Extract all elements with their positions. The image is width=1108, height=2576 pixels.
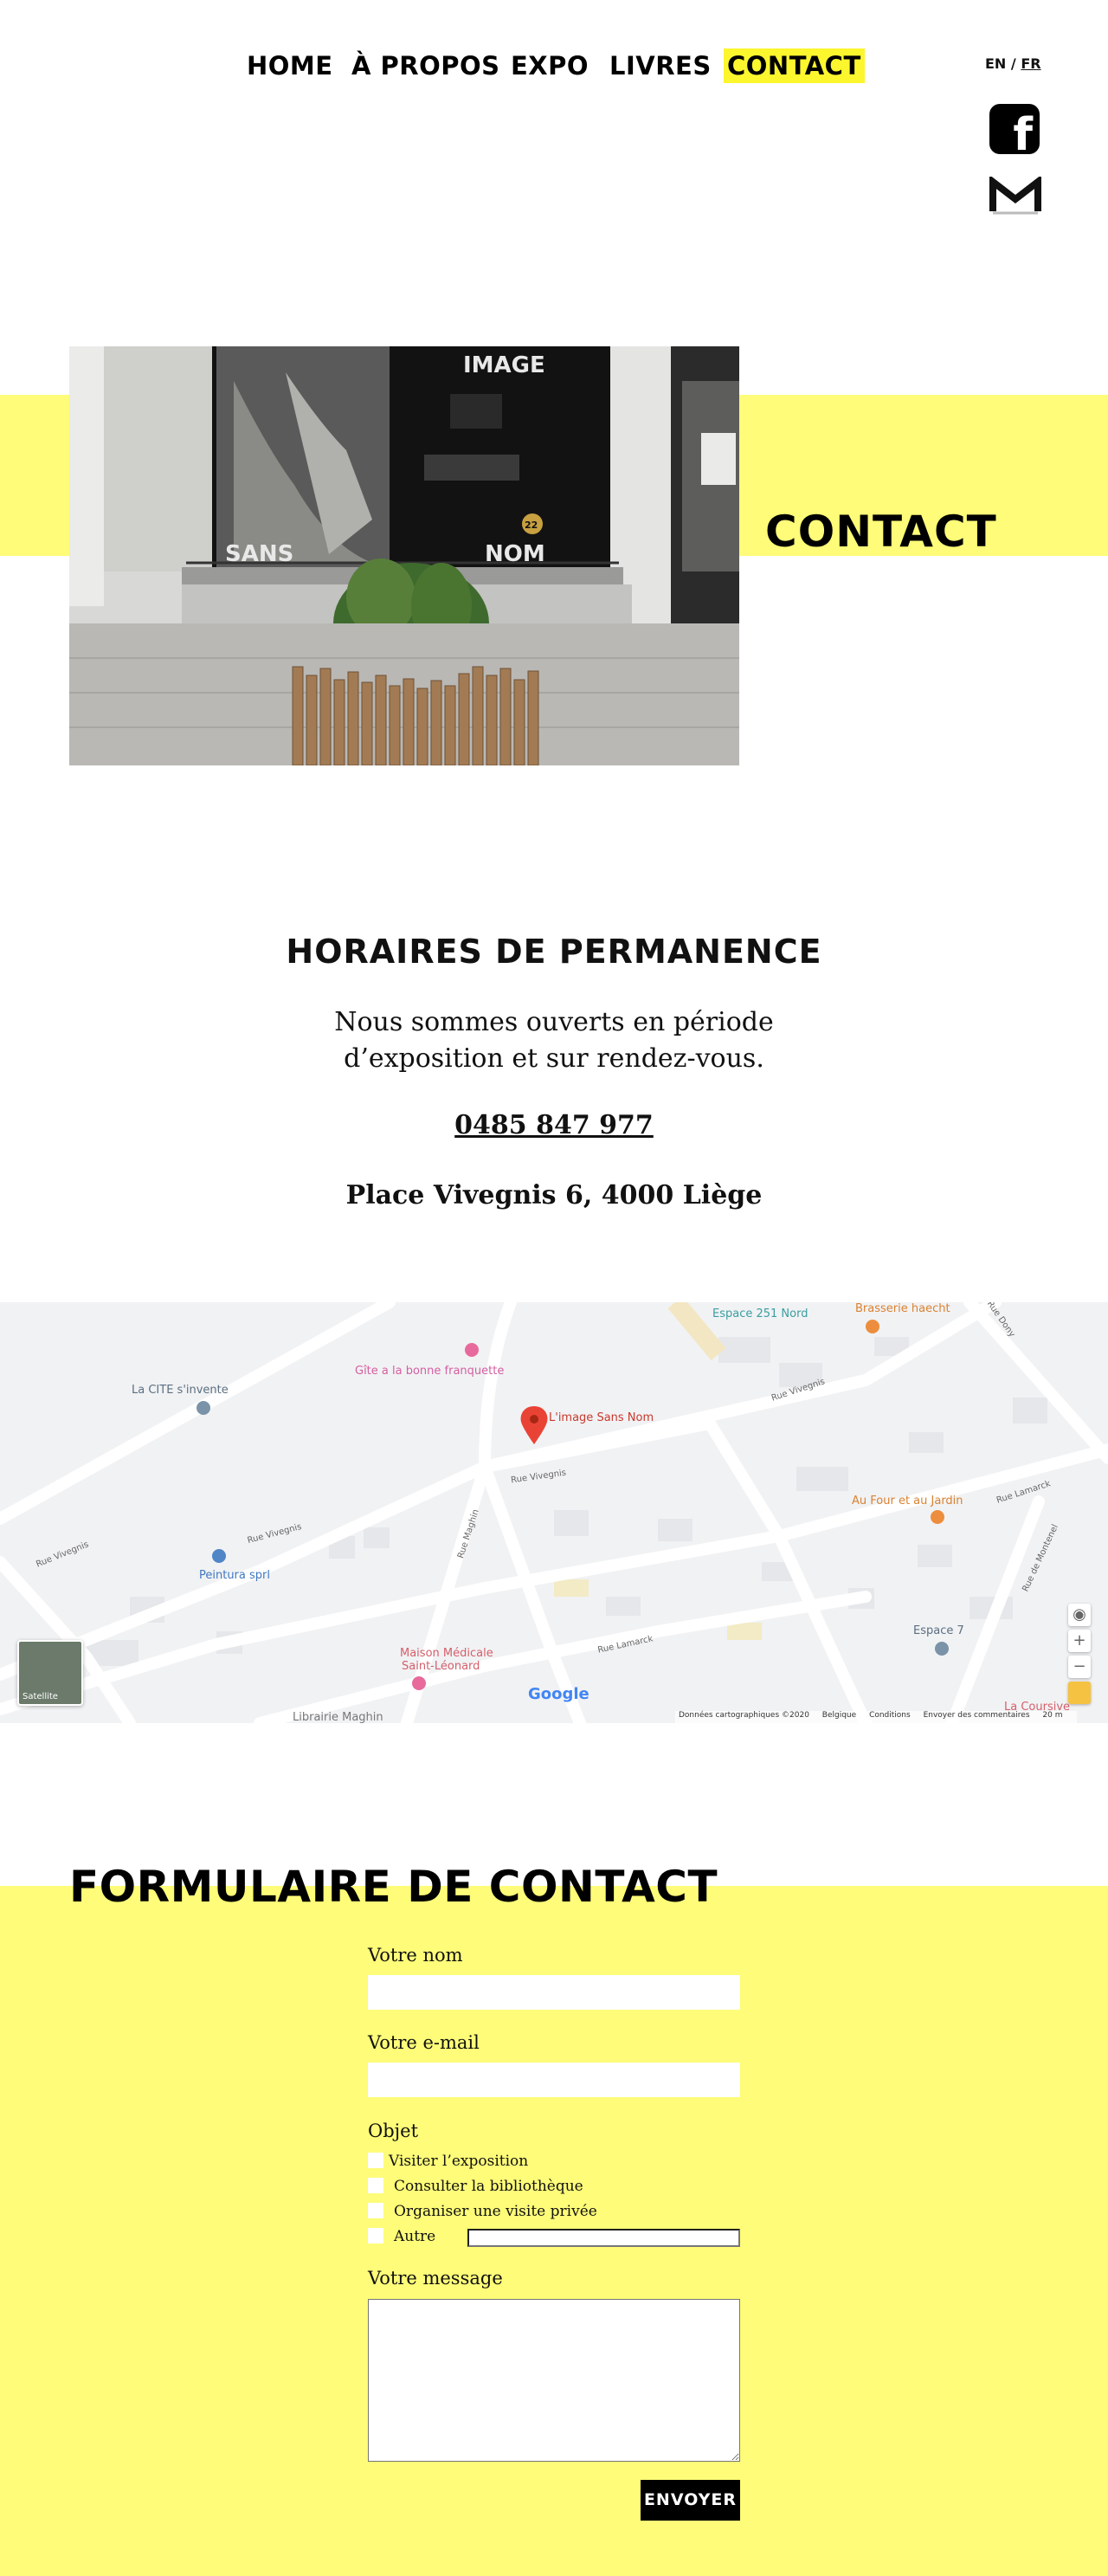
page-title: CONTACT <box>765 507 997 557</box>
map-place-librairie[interactable]: Librairie Maghin <box>293 1711 383 1723</box>
option-label: Autre <box>394 2228 436 2245</box>
street-view-pegman-icon[interactable] <box>1068 1682 1091 1704</box>
message-label: Votre message <box>368 2268 503 2289</box>
nav-a-propos[interactable]: À PROPOS <box>351 48 500 83</box>
google-map[interactable]: Espace 251 Nord Brasserie haecht Gîte a … <box>0 1302 1108 1723</box>
option-label: Organiser une visite privée <box>394 2203 597 2220</box>
nav-expo[interactable]: EXPO <box>511 48 589 83</box>
name-label: Votre nom <box>368 1945 463 1966</box>
hours-title: HORAIRES DE PERMANENCE <box>286 933 822 971</box>
map-place-au-four[interactable]: Au Four et au Jardin <box>852 1495 963 1508</box>
map-place-gite[interactable]: Gîte a la bonne franquette <box>355 1365 504 1378</box>
map-region: Belgique <box>821 1711 857 1720</box>
map-place-image-sans-nom[interactable]: L'image Sans Nom <box>549 1411 654 1424</box>
option-label: Consulter la bibliothèque <box>394 2178 583 2195</box>
facebook-glyph: f <box>1013 109 1033 161</box>
photo-sign-sans: SANS <box>225 541 293 567</box>
photo-sign-image: IMAGE <box>463 352 545 378</box>
map-canvas <box>0 1302 1108 1723</box>
map-place-espace-251[interactable]: Espace 251 Nord <box>712 1307 808 1320</box>
phone-link[interactable]: 0485 847 977 <box>0 1110 1108 1140</box>
zoom-out-button[interactable]: − <box>1068 1656 1091 1678</box>
photo-sign-nom: NOM <box>485 541 545 567</box>
nav-contact[interactable]: CONTACT <box>724 48 865 83</box>
map-scale: 20 m <box>1042 1711 1063 1720</box>
option-label: Visiter l’exposition <box>389 2153 529 2170</box>
hours-text-line-2: d’exposition et sur rendez-vous. <box>344 1043 764 1074</box>
lang-separator: / <box>1006 55 1021 72</box>
google-logo-text: Google <box>528 1685 589 1703</box>
storefront-photo: IMAGE SANS NOM 22 <box>69 346 739 765</box>
language-switcher: EN / FR <box>985 55 1041 72</box>
map-data-credit: Données cartographiques ©2020 <box>679 1711 809 1720</box>
checkbox[interactable] <box>368 2203 383 2218</box>
lang-fr-link[interactable]: FR <box>1021 55 1040 72</box>
facebook-icon[interactable]: f <box>989 104 1040 158</box>
map-place-saint-leonard[interactable]: Saint-Léonard <box>402 1660 480 1673</box>
satellite-toggle[interactable]: Satellite <box>17 1640 83 1706</box>
map-attribution: Données cartographiques ©2020 Belgique C… <box>675 1711 1077 1723</box>
my-location-icon[interactable]: ◉ <box>1068 1604 1091 1626</box>
mail-icon[interactable] <box>989 174 1041 215</box>
map-terms-link[interactable]: Conditions <box>869 1711 911 1720</box>
nav-livres[interactable]: LIVRES <box>609 48 712 83</box>
submit-button[interactable]: ENVOYER <box>641 2480 740 2521</box>
map-place-maison-medicale[interactable]: Maison Médicale <box>400 1647 493 1660</box>
autre-text-field[interactable] <box>467 2229 740 2247</box>
zoom-in-button[interactable]: + <box>1068 1630 1091 1652</box>
email-field[interactable] <box>368 2063 740 2097</box>
message-field[interactable] <box>368 2299 740 2462</box>
subject-label: Objet <box>368 2121 419 2141</box>
name-field[interactable] <box>368 1975 740 2010</box>
map-place-cite[interactable]: La CITE s'invente <box>132 1384 229 1397</box>
map-place-espace-7[interactable]: Espace 7 <box>913 1624 964 1637</box>
main-nav: HOME À PROPOS EXPO LIVRES CONTACT <box>0 48 1108 83</box>
map-place-peintura[interactable]: Peintura sprl <box>199 1569 270 1582</box>
form-title: FORMULAIRE DE CONTACT <box>69 1862 718 1912</box>
satellite-label: Satellite <box>23 1692 58 1701</box>
checkbox[interactable] <box>368 2178 383 2193</box>
hours-text-line-1: Nous sommes ouverts en période <box>334 1007 774 1037</box>
google-logo[interactable]: Google <box>528 1685 589 1703</box>
email-label: Votre e-mail <box>368 2032 480 2053</box>
map-place-brasserie[interactable]: Brasserie haecht <box>855 1302 950 1315</box>
address: Place Vivegnis 6, 4000 Liège <box>345 1180 763 1211</box>
checkbox[interactable] <box>368 2228 383 2244</box>
photo-sign-number: 22 <box>525 520 538 531</box>
checkbox[interactable] <box>368 2153 383 2168</box>
nav-home[interactable]: HOME <box>247 48 333 83</box>
lang-en-link[interactable]: EN <box>985 55 1006 72</box>
map-feedback-link[interactable]: Envoyer des commentaires <box>924 1711 1030 1720</box>
hours-text: Nous sommes ouverts en période d’exposit… <box>294 1004 814 1077</box>
